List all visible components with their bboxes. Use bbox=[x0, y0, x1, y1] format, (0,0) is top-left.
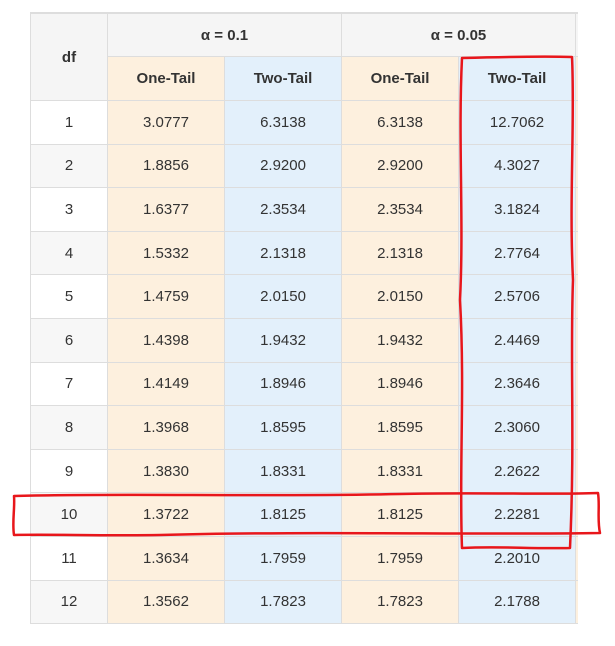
cell-one-tail-0-1: 1.6377 bbox=[107, 187, 225, 232]
table-row: 10 1.3722 1.8125 1.8125 2.2281 bbox=[30, 492, 578, 537]
df-cell: 11 bbox=[30, 535, 108, 581]
cell-cutoff bbox=[575, 230, 578, 276]
alpha-header-0-1: α = 0.1 bbox=[106, 13, 343, 57]
df-cell: 1 bbox=[30, 100, 108, 145]
t-distribution-table-container: df α = 0.1 α = 0.05 One-Tail Two-Tail On… bbox=[30, 12, 578, 629]
cell-one-tail-0-1: 1.8856 bbox=[107, 143, 225, 189]
cell-cutoff bbox=[575, 579, 578, 625]
cell-two-tail-0-1: 2.0150 bbox=[223, 274, 343, 319]
cell-two-tail-0-1: 1.8331 bbox=[223, 448, 343, 494]
df-cell: 8 bbox=[30, 405, 108, 450]
table-row: 9 1.3830 1.8331 1.8331 2.2622 bbox=[30, 448, 578, 494]
table-row: 7 1.4149 1.8946 1.8946 2.3646 bbox=[30, 361, 578, 407]
cell-one-tail-0-1: 3.0777 bbox=[107, 100, 225, 145]
cell-two-tail-0-05: 3.1824 bbox=[458, 187, 577, 232]
cell-one-tail-0-1: 1.3634 bbox=[107, 535, 225, 581]
cell-two-tail-0-05: 2.2010 bbox=[458, 535, 577, 581]
cell-two-tail-0-05: 2.3060 bbox=[458, 405, 577, 450]
cell-one-tail-0-05: 6.3138 bbox=[341, 100, 460, 145]
df-header: df bbox=[30, 13, 108, 101]
cell-one-tail-0-1: 1.3968 bbox=[107, 405, 225, 450]
cell-one-tail-0-05: 1.8946 bbox=[341, 361, 460, 407]
cell-one-tail-0-05: 1.8595 bbox=[341, 405, 460, 450]
cell-two-tail-0-1: 1.7823 bbox=[223, 579, 343, 625]
cell-one-tail-0-1: 1.3830 bbox=[107, 448, 225, 494]
cell-two-tail-0-1: 1.9432 bbox=[223, 317, 343, 363]
cell-one-tail-0-05: 2.0150 bbox=[341, 274, 460, 319]
cell-one-tail-0-05: 2.9200 bbox=[341, 143, 460, 189]
df-cell: 10 bbox=[30, 492, 108, 537]
subheader-cutoff bbox=[575, 56, 578, 101]
cell-one-tail-0-1: 1.5332 bbox=[107, 230, 225, 276]
subheader-one-tail: One-Tail bbox=[341, 56, 460, 101]
cell-cutoff bbox=[575, 448, 578, 494]
cell-cutoff bbox=[575, 143, 578, 189]
cell-cutoff bbox=[575, 100, 578, 145]
cell-two-tail-0-05: 2.5706 bbox=[458, 274, 577, 319]
table-row: 4 1.5332 2.1318 2.1318 2.7764 bbox=[30, 230, 578, 276]
table-row: 12 1.3562 1.7823 1.7823 2.1788 bbox=[30, 579, 578, 625]
table-row: 5 1.4759 2.0150 2.0150 2.5706 bbox=[30, 274, 578, 319]
header-cutoff bbox=[575, 13, 578, 57]
cell-one-tail-0-05: 1.7959 bbox=[341, 535, 460, 581]
cell-two-tail-0-1: 2.3534 bbox=[223, 187, 343, 232]
cell-one-tail-0-05: 1.8125 bbox=[341, 492, 460, 537]
subheader-two-tail: Two-Tail bbox=[223, 56, 343, 101]
cell-one-tail-0-05: 1.7823 bbox=[341, 579, 460, 625]
df-cell: 5 bbox=[30, 274, 108, 319]
subheader-two-tail: Two-Tail bbox=[458, 56, 577, 101]
df-cell: 12 bbox=[30, 579, 108, 625]
cell-one-tail-0-1: 1.3562 bbox=[107, 579, 225, 625]
df-cell: 4 bbox=[30, 230, 108, 276]
cell-two-tail-0-05: 2.2281 bbox=[458, 492, 577, 537]
df-cell: 7 bbox=[30, 361, 108, 407]
cell-two-tail-0-1: 6.3138 bbox=[223, 100, 343, 145]
t-distribution-table: df α = 0.1 α = 0.05 One-Tail Two-Tail On… bbox=[30, 13, 578, 625]
cell-two-tail-0-1: 2.9200 bbox=[223, 143, 343, 189]
cell-one-tail-0-1: 1.4398 bbox=[107, 317, 225, 363]
table-row: 6 1.4398 1.9432 1.9432 2.4469 bbox=[30, 317, 578, 363]
cell-cutoff bbox=[575, 361, 578, 407]
cell-two-tail-0-1: 1.8946 bbox=[223, 361, 343, 407]
header-row-tails: One-Tail Two-Tail One-Tail Two-Tail bbox=[31, 56, 578, 101]
cell-two-tail-0-05: 4.3027 bbox=[458, 143, 577, 189]
cell-two-tail-0-05: 12.7062 bbox=[458, 100, 577, 145]
table-row: 8 1.3968 1.8595 1.8595 2.3060 bbox=[30, 405, 578, 450]
table-row: 11 1.3634 1.7959 1.7959 2.2010 bbox=[30, 535, 578, 581]
table-row: 3 1.6377 2.3534 2.3534 3.1824 bbox=[30, 187, 578, 232]
cell-one-tail-0-05: 2.1318 bbox=[341, 230, 460, 276]
cell-two-tail-0-05: 2.1788 bbox=[458, 579, 577, 625]
cell-cutoff bbox=[575, 535, 578, 581]
alpha-header-0-05: α = 0.05 bbox=[341, 13, 577, 57]
cell-one-tail-0-1: 1.4149 bbox=[107, 361, 225, 407]
subheader-one-tail: One-Tail bbox=[107, 56, 225, 101]
cell-cutoff bbox=[575, 317, 578, 363]
cell-two-tail-0-05: 2.7764 bbox=[458, 230, 577, 276]
df-cell: 6 bbox=[30, 317, 108, 363]
cell-two-tail-0-1: 1.8125 bbox=[223, 492, 343, 537]
df-cell: 3 bbox=[30, 187, 108, 232]
cell-one-tail-0-05: 2.3534 bbox=[341, 187, 460, 232]
cell-cutoff bbox=[575, 405, 578, 450]
df-cell: 9 bbox=[30, 448, 108, 494]
cell-two-tail-0-05: 2.4469 bbox=[458, 317, 577, 363]
cell-cutoff bbox=[575, 187, 578, 232]
cell-one-tail-0-05: 1.9432 bbox=[341, 317, 460, 363]
cell-one-tail-0-1: 1.4759 bbox=[107, 274, 225, 319]
cell-cutoff bbox=[575, 274, 578, 319]
cell-two-tail-0-1: 2.1318 bbox=[223, 230, 343, 276]
df-cell: 2 bbox=[30, 143, 108, 189]
cell-two-tail-0-1: 1.8595 bbox=[223, 405, 343, 450]
header-row-alpha: df α = 0.1 α = 0.05 bbox=[30, 13, 578, 101]
cell-one-tail-0-05: 1.8331 bbox=[341, 448, 460, 494]
cell-cutoff bbox=[575, 492, 578, 537]
cell-two-tail-0-05: 2.3646 bbox=[458, 361, 577, 407]
cell-two-tail-0-1: 1.7959 bbox=[223, 535, 343, 581]
table-row: 2 1.8856 2.9200 2.9200 4.3027 bbox=[30, 143, 578, 189]
cell-two-tail-0-05: 2.2622 bbox=[458, 448, 577, 494]
cell-one-tail-0-1: 1.3722 bbox=[107, 492, 225, 537]
table-row: 1 3.0777 6.3138 6.3138 12.7062 bbox=[30, 100, 578, 145]
